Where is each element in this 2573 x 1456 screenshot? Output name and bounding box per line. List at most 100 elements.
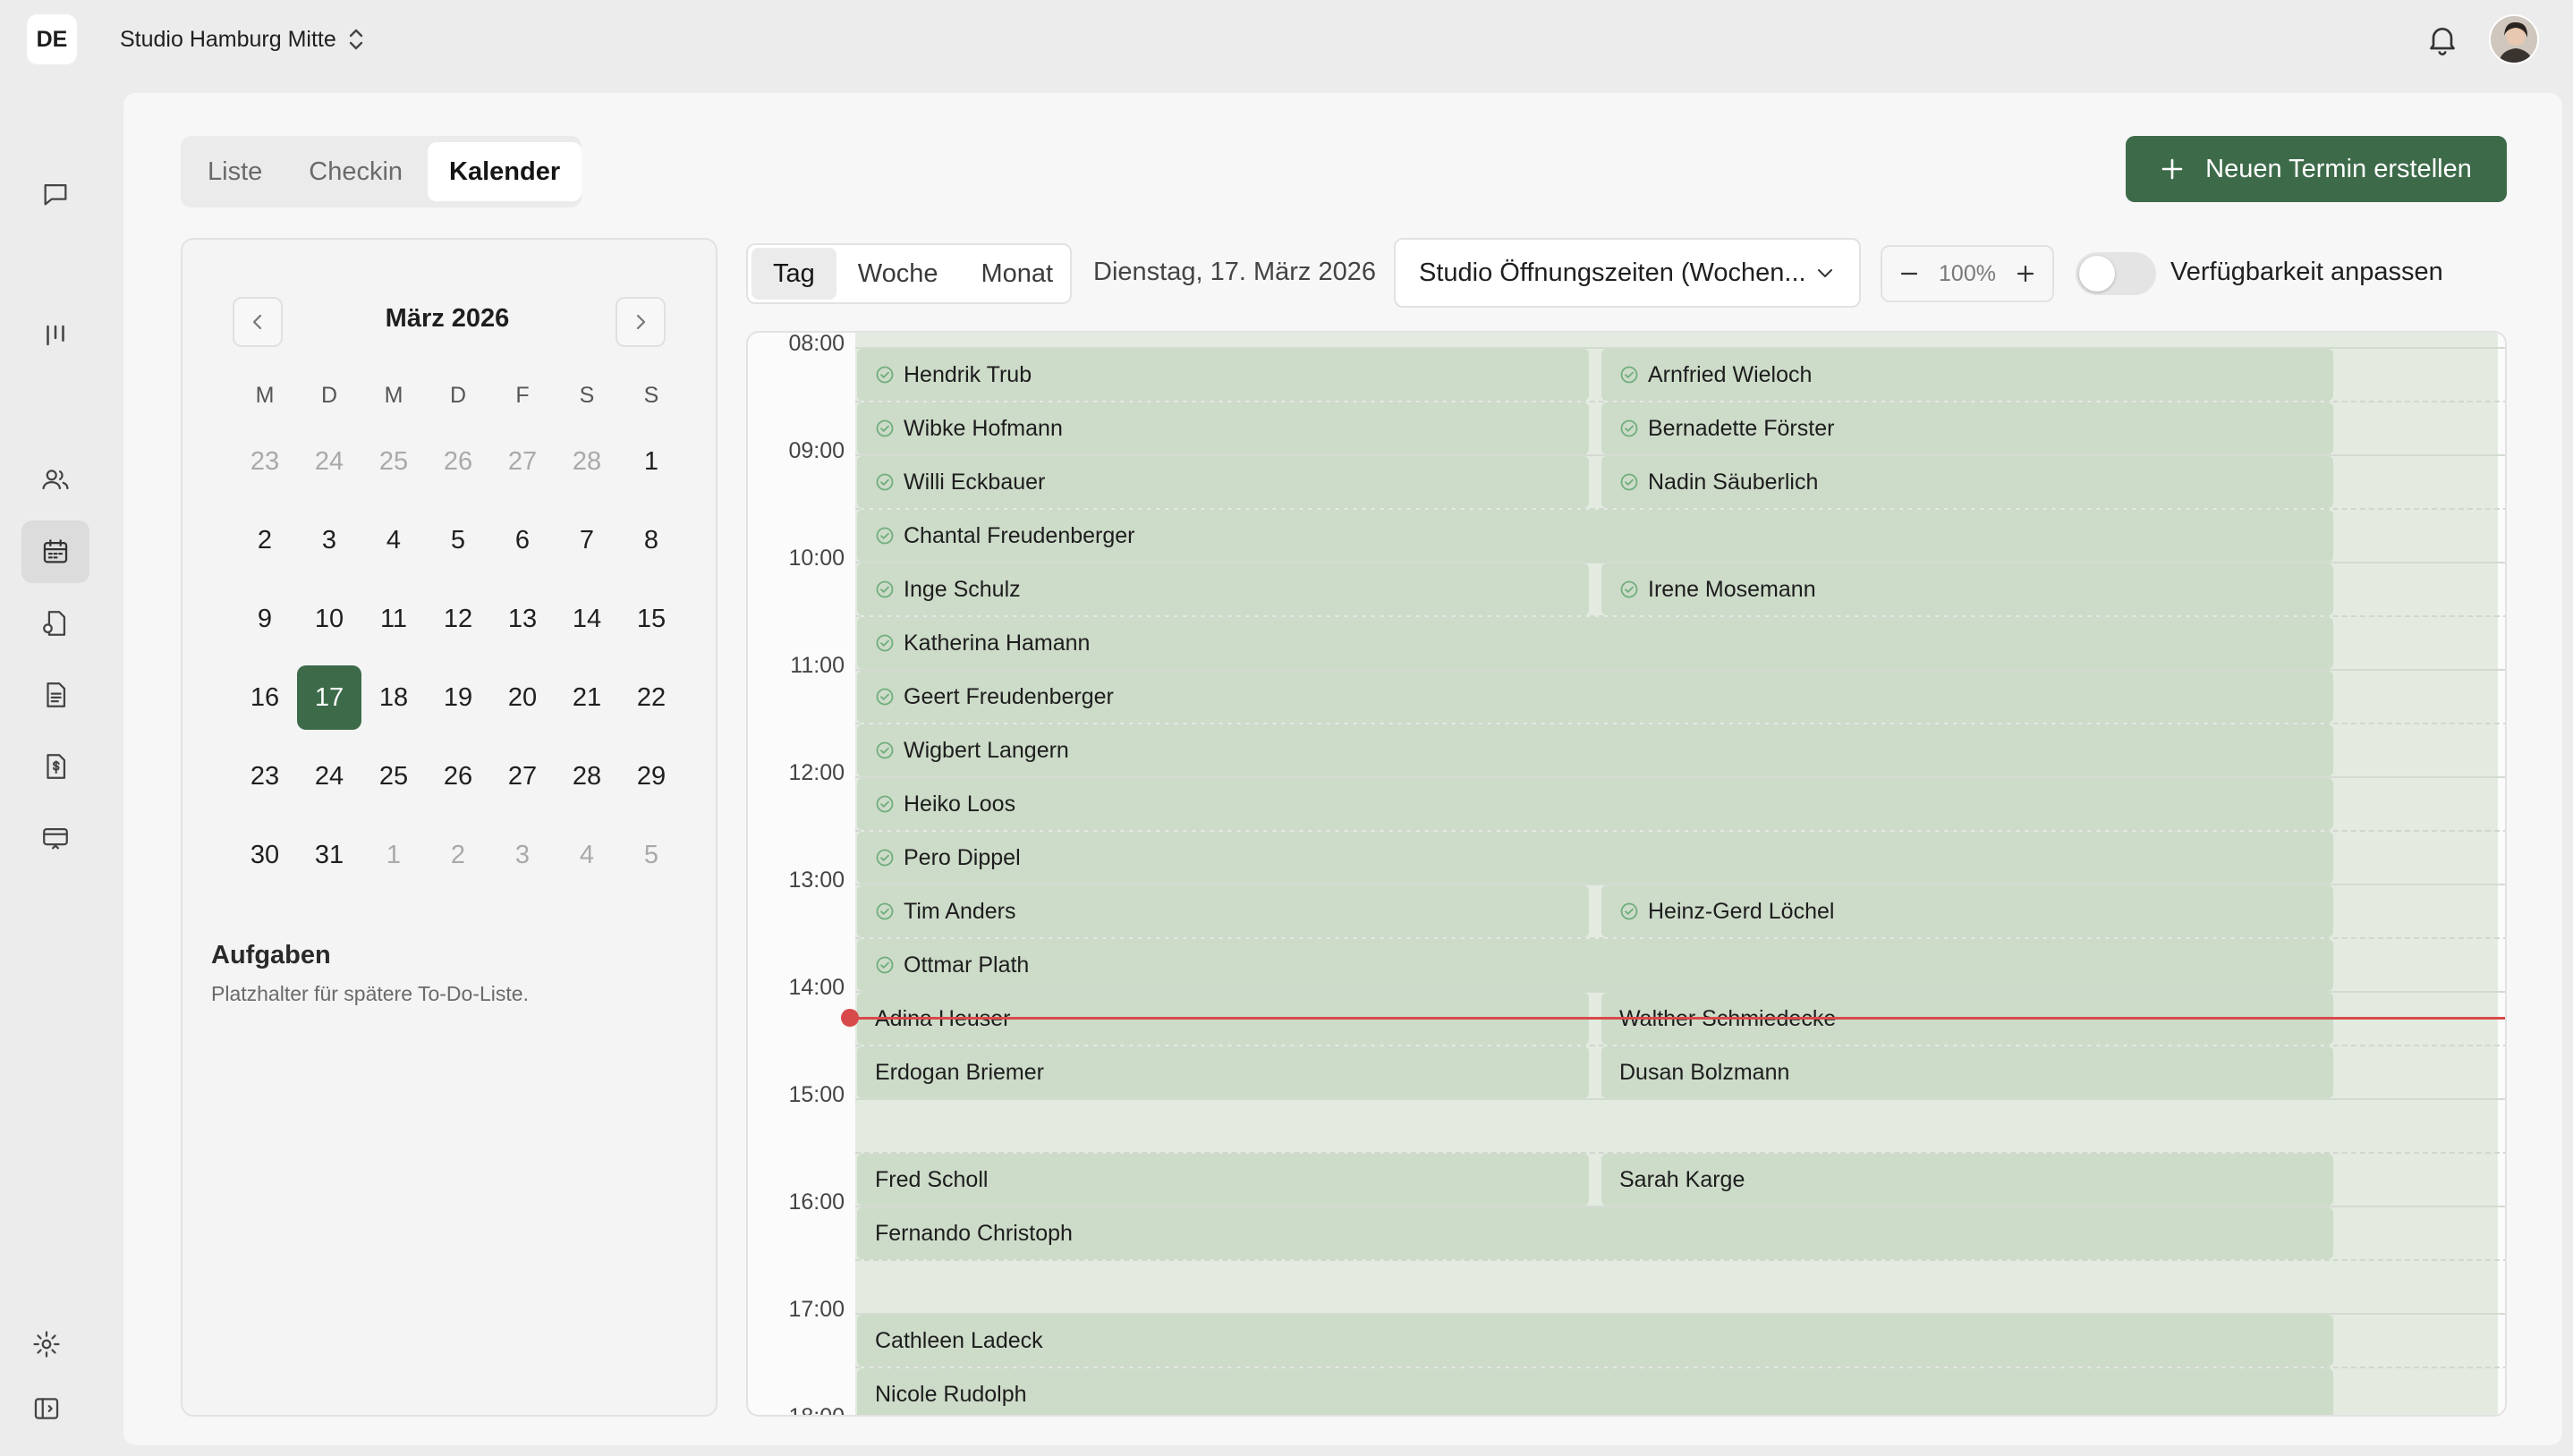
calendar-day[interactable]: 15 <box>619 587 684 651</box>
day-schedule-grid: 08:00 09:00 10:00 11:00 12:00 13:00 14:00 15:00… <box>746 331 2507 1417</box>
calendar-day[interactable]: 12 <box>426 587 490 651</box>
next-month-button[interactable] <box>616 297 666 347</box>
document-icon[interactable] <box>21 664 89 726</box>
calendar-day[interactable]: 25 <box>361 744 426 808</box>
appointment-block[interactable]: Tim Anders <box>857 885 1589 937</box>
calendar-day[interactable]: 28 <box>555 744 619 808</box>
sidebar-toggle-icon[interactable] <box>13 1377 81 1440</box>
calendar-day[interactable]: 31 <box>297 823 361 887</box>
new-appointment-button[interactable]: Neuen Termin erstellen <box>2126 136 2507 202</box>
tab-kalender[interactable]: Kalender <box>428 142 582 201</box>
calendar-day[interactable]: 26 <box>426 429 490 494</box>
calendar-day[interactable]: 26 <box>426 744 490 808</box>
calendar-day[interactable]: 7 <box>555 508 619 572</box>
calendar-day-selected[interactable]: 17 <box>297 665 361 730</box>
appointment-block[interactable]: Irene Mosemann <box>1601 563 2333 615</box>
bell-icon[interactable] <box>2424 21 2460 57</box>
calendar-day[interactable]: 13 <box>490 587 555 651</box>
calendar-day[interactable]: 30 <box>233 823 297 887</box>
tab-checkin[interactable]: Checkin <box>287 142 424 201</box>
calendar-day[interactable]: 20 <box>490 665 555 730</box>
calendar-day[interactable]: 27 <box>490 429 555 494</box>
appointment-block[interactable]: Fred Scholl <box>857 1154 1589 1206</box>
settings-icon[interactable] <box>13 1313 81 1376</box>
chat-icon[interactable] <box>21 163 89 225</box>
calendar-day[interactable]: 10 <box>297 587 361 651</box>
tab-woche[interactable]: Woche <box>836 248 960 300</box>
avatar[interactable] <box>2489 14 2539 64</box>
calendar-day[interactable]: 6 <box>490 508 555 572</box>
appointment-block[interactable]: Hendrik Trub <box>857 349 1589 401</box>
calendar-day[interactable]: 5 <box>619 823 684 887</box>
tab-liste[interactable]: Liste <box>186 142 284 201</box>
appointment-block[interactable]: Dusan Bolzmann <box>1601 1046 2333 1098</box>
calendar-day[interactable]: 3 <box>490 823 555 887</box>
calendar-day[interactable]: 18 <box>361 665 426 730</box>
users-icon[interactable] <box>21 449 89 512</box>
calendar-day[interactable]: 3 <box>297 508 361 572</box>
calendar-day[interactable]: 4 <box>555 823 619 887</box>
check-circle-icon <box>876 902 894 920</box>
calendar-day[interactable]: 24 <box>297 429 361 494</box>
prev-month-button[interactable] <box>233 297 283 347</box>
check-circle-icon <box>876 634 894 652</box>
availability-label: Verfügbarkeit anpassen <box>2170 258 2443 286</box>
calendar-day[interactable]: 14 <box>555 587 619 651</box>
kanban-icon[interactable] <box>21 304 89 367</box>
calendar-day[interactable]: 1 <box>361 823 426 887</box>
card-icon[interactable] <box>21 807 89 869</box>
appointment-block[interactable]: Ottmar Plath <box>857 939 2333 991</box>
appointment-block[interactable]: Willi Eckbauer <box>857 456 1589 508</box>
appointment-block[interactable]: Inge Schulz <box>857 563 1589 615</box>
calendar-icon[interactable] <box>21 521 89 583</box>
appointment-block[interactable]: Nicole Rudolph <box>857 1368 2333 1415</box>
workspace-logo[interactable]: DE <box>27 14 77 64</box>
calendar-day[interactable]: 22 <box>619 665 684 730</box>
appointment-block[interactable]: Fernando Christoph <box>857 1207 2333 1259</box>
calendar-day[interactable]: 23 <box>233 429 297 494</box>
calendar-day[interactable]: 23 <box>233 744 297 808</box>
invoice-icon[interactable] <box>21 735 89 798</box>
calendar-day[interactable]: 29 <box>619 744 684 808</box>
appointment-block[interactable]: Cathleen Ladeck <box>857 1315 2333 1367</box>
check-circle-icon <box>1620 366 1638 384</box>
appointment-block[interactable]: Wigbert Langern <box>857 724 2333 776</box>
calendar-day[interactable]: 2 <box>233 508 297 572</box>
studio-switcher[interactable]: Studio Hamburg Mitte <box>120 23 365 55</box>
appointment-block[interactable]: Katherina Hamann <box>857 617 2333 669</box>
appointment-block[interactable]: Heiko Loos <box>857 778 2333 830</box>
zoom-in-button[interactable] <box>2009 258 2042 290</box>
calendar-day[interactable]: 25 <box>361 429 426 494</box>
calendar-day[interactable]: 9 <box>233 587 297 651</box>
appointment-block[interactable]: Chantal Freudenberger <box>857 510 2333 562</box>
appointment-block[interactable]: Bernadette Förster <box>1601 402 2333 454</box>
zoom-out-button[interactable] <box>1893 258 1925 290</box>
calendar-day[interactable]: 27 <box>490 744 555 808</box>
availability-toggle[interactable] <box>2076 252 2156 295</box>
calendar-day[interactable]: 28 <box>555 429 619 494</box>
tab-monat[interactable]: Monat <box>960 248 1075 300</box>
appointment-block[interactable]: Pero Dippel <box>857 832 2333 884</box>
calendar-day[interactable]: 5 <box>426 508 490 572</box>
calendar-day[interactable]: 8 <box>619 508 684 572</box>
calendar-day[interactable]: 16 <box>233 665 297 730</box>
appointment-block[interactable]: Arnfried Wieloch <box>1601 349 2333 401</box>
calendar-day[interactable]: 19 <box>426 665 490 730</box>
calendar-day[interactable]: 1 <box>619 429 684 494</box>
calendar-day[interactable]: 21 <box>555 665 619 730</box>
contract-icon[interactable] <box>21 592 89 655</box>
calendar-day[interactable]: 4 <box>361 508 426 572</box>
opening-hours-select[interactable]: Studio Öffnungszeiten (Wochen... <box>1394 238 1861 308</box>
weekday-header: D <box>320 383 338 408</box>
appointment-block[interactable]: Wibke Hofmann <box>857 402 1589 454</box>
calendar-day[interactable]: 24 <box>297 744 361 808</box>
appointment-block[interactable]: Heinz-Gerd Löchel <box>1601 885 2333 937</box>
tab-tag[interactable]: Tag <box>752 248 836 300</box>
appointment-block[interactable]: Nadin Säuberlich <box>1601 456 2333 508</box>
appointment-block[interactable]: Erdogan Briemer <box>857 1046 1589 1098</box>
appointment-block[interactable]: Sarah Karge <box>1601 1154 2333 1206</box>
calendar-day[interactable]: 2 <box>426 823 490 887</box>
calendar-day[interactable]: 11 <box>361 587 426 651</box>
weekday-header: D <box>449 383 467 408</box>
appointment-block[interactable]: Geert Freudenberger <box>857 671 2333 723</box>
